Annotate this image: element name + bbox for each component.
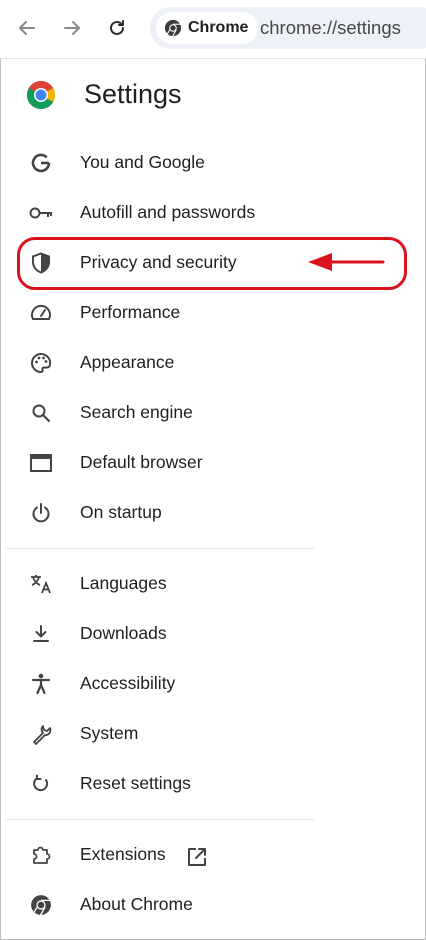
translate-icon bbox=[28, 571, 54, 597]
accessibility-icon bbox=[28, 671, 54, 697]
sidebar-item-on-startup[interactable]: On startup bbox=[0, 488, 314, 538]
puzzle-icon bbox=[28, 842, 54, 868]
sidebar-item-label: Search engine bbox=[80, 402, 193, 422]
sidebar-item-label: Appearance bbox=[80, 352, 175, 372]
search-icon bbox=[28, 400, 54, 426]
red-arrow-annotation bbox=[308, 253, 385, 271]
chrome-logo-icon bbox=[28, 892, 54, 918]
sidebar-item-label: On startup bbox=[80, 502, 162, 522]
forward-button[interactable] bbox=[58, 14, 86, 42]
sidebar-item-label: You and Google bbox=[80, 152, 205, 172]
palette-icon bbox=[28, 350, 54, 376]
reload-button[interactable] bbox=[103, 14, 131, 42]
page-title: Settings bbox=[84, 79, 182, 109]
chrome-logo-icon bbox=[164, 19, 182, 37]
sidebar-item-label: Reset settings bbox=[80, 773, 191, 793]
sidebar-item-privacy-security[interactable]: Privacy and security bbox=[0, 238, 314, 288]
sidebar-item-label: Languages bbox=[80, 573, 167, 593]
sidebar-item-reset-settings[interactable]: Reset settings bbox=[0, 759, 314, 809]
sidebar-item-label: Default browser bbox=[80, 452, 203, 472]
sidebar-item-label: Extensions bbox=[80, 844, 166, 864]
sidebar-item-label: Performance bbox=[80, 302, 181, 322]
url-text[interactable]: chrome://settings bbox=[260, 17, 401, 39]
sidebar-item-autofill[interactable]: Autofill and passwords bbox=[0, 188, 314, 238]
shield-icon bbox=[28, 250, 54, 276]
external-link-icon[interactable] bbox=[186, 846, 208, 868]
sidebar-item-label: Autofill and passwords bbox=[80, 202, 256, 222]
menu-divider bbox=[6, 819, 314, 820]
sidebar-item-downloads[interactable]: Downloads bbox=[0, 609, 314, 659]
sidebar-item-label: About Chrome bbox=[80, 894, 193, 914]
browser-window-icon bbox=[28, 450, 54, 476]
settings-header: Settings bbox=[0, 70, 426, 126]
back-arrow-icon bbox=[19, 21, 35, 35]
sidebar-item-accessibility[interactable]: Accessibility bbox=[0, 659, 314, 709]
sidebar-item-label: Privacy and security bbox=[80, 252, 237, 272]
sidebar-item-search-engine[interactable]: Search engine bbox=[0, 388, 314, 438]
site-chip[interactable]: Chrome bbox=[156, 12, 259, 44]
sidebar-item-performance[interactable]: Performance bbox=[0, 288, 314, 338]
sidebar-item-label: Downloads bbox=[80, 623, 167, 643]
sidebar-item-label: Accessibility bbox=[80, 673, 176, 693]
sidebar-item-default-browser[interactable]: Default browser bbox=[0, 438, 314, 488]
browser-toolbar: Chrome chrome://settings bbox=[0, 0, 426, 59]
speedometer-icon bbox=[28, 300, 54, 326]
sidebar-item-languages[interactable]: Languages bbox=[0, 559, 314, 609]
download-icon bbox=[28, 621, 54, 647]
sidebar-item-about-chrome[interactable]: About Chrome bbox=[0, 880, 314, 930]
sidebar-item-appearance[interactable]: Appearance bbox=[0, 338, 314, 388]
reset-icon bbox=[28, 771, 54, 797]
sidebar-item-extensions[interactable]: Extensions bbox=[0, 830, 314, 880]
key-icon bbox=[28, 200, 54, 226]
back-button[interactable] bbox=[13, 14, 41, 42]
menu-divider bbox=[6, 548, 314, 549]
site-chip-label: Chrome bbox=[188, 19, 249, 36]
address-bar[interactable]: Chrome chrome://settings bbox=[150, 7, 426, 49]
google-g-icon bbox=[28, 150, 54, 176]
chrome-logo-icon bbox=[27, 81, 55, 109]
reload-icon bbox=[110, 20, 124, 35]
power-icon bbox=[28, 500, 54, 526]
forward-arrow-icon bbox=[64, 21, 80, 35]
wrench-icon bbox=[28, 721, 54, 747]
sidebar-item-you-and-google[interactable]: You and Google bbox=[0, 138, 314, 188]
sidebar-item-label: System bbox=[80, 723, 139, 743]
sidebar-item-system[interactable]: System bbox=[0, 709, 314, 759]
